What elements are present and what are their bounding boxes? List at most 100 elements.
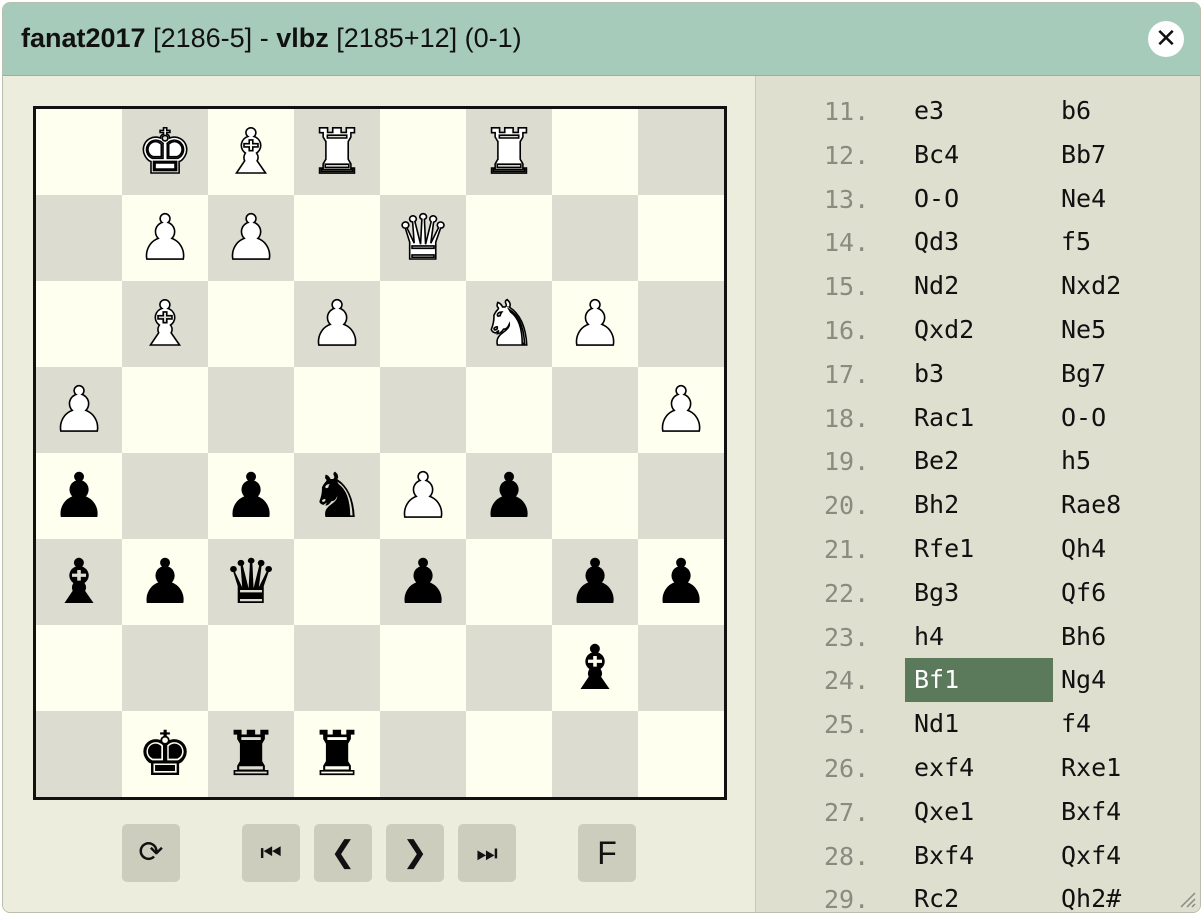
white-move[interactable]: Qxe1	[905, 790, 1053, 834]
chess-piece[interactable]: ♟	[208, 195, 294, 281]
square-c3[interactable]	[208, 281, 294, 367]
first-move-button[interactable]: ⏮	[242, 824, 300, 882]
resize-grip-icon[interactable]	[1178, 890, 1196, 908]
square-a6[interactable]: ♝	[36, 539, 122, 625]
square-a4[interactable]: ♟	[36, 367, 122, 453]
square-g1[interactable]	[552, 109, 638, 195]
white-move[interactable]: O-O	[905, 177, 1053, 221]
square-d1[interactable]: ♜	[294, 109, 380, 195]
black-move[interactable]: Ne4	[1061, 177, 1106, 221]
square-b6[interactable]: ♟	[122, 539, 208, 625]
chess-piece[interactable]: ♚	[122, 109, 208, 195]
close-button[interactable]: ✕	[1148, 21, 1184, 57]
white-move[interactable]: e3	[905, 89, 1053, 133]
square-b3[interactable]: ♝	[122, 281, 208, 367]
square-b2[interactable]: ♟	[122, 195, 208, 281]
square-e2[interactable]: ♛	[380, 195, 466, 281]
square-b1[interactable]: ♚	[122, 109, 208, 195]
white-move[interactable]: Rfe1	[905, 527, 1053, 571]
black-move[interactable]: Qh4	[1061, 527, 1106, 571]
black-move[interactable]: Bxf4	[1061, 790, 1121, 834]
chess-piece[interactable]: ♟	[36, 453, 122, 539]
black-move[interactable]: Qxf4	[1061, 834, 1121, 878]
chess-board[interactable]: ♚ ♝ ♜ ♜ ♟ ♟ ♛ ♝ ♟ ♞ ♟ ♟ ♟ ♟ ♟ ♞ ♟ ♟ ♝ ♟ ♛ ♟ ♟ ♟ ♝ ♚ ♜ ♜	[33, 106, 727, 800]
square-e1[interactable]	[380, 109, 466, 195]
square-a8[interactable]	[36, 711, 122, 797]
chess-piece[interactable]: ♝	[552, 625, 638, 711]
white-move[interactable]: Nd2	[905, 264, 1053, 308]
black-move[interactable]: Ng4	[1061, 658, 1106, 702]
square-h4[interactable]: ♟	[638, 367, 724, 453]
black-move[interactable]: Bh6	[1061, 615, 1106, 659]
chess-piece[interactable]: ♞	[294, 453, 380, 539]
square-h8[interactable]	[638, 711, 724, 797]
white-move[interactable]: h4	[905, 615, 1053, 659]
flip-board-button[interactable]: ⟳	[122, 824, 180, 882]
white-move[interactable]: Qd3	[905, 220, 1053, 264]
square-c1[interactable]: ♝	[208, 109, 294, 195]
white-move[interactable]: Bh2	[905, 483, 1053, 527]
chess-piece[interactable]: ♟	[122, 195, 208, 281]
chess-piece[interactable]: ♟	[466, 453, 552, 539]
chess-piece[interactable]: ♜	[466, 109, 552, 195]
square-h3[interactable]	[638, 281, 724, 367]
square-e5[interactable]: ♟	[380, 453, 466, 539]
white-move[interactable]: Bc4	[905, 133, 1053, 177]
square-h1[interactable]	[638, 109, 724, 195]
square-f5[interactable]: ♟	[466, 453, 552, 539]
white-move[interactable]: b3	[905, 352, 1053, 396]
square-e6[interactable]: ♟	[380, 539, 466, 625]
chess-piece[interactable]: ♟	[36, 367, 122, 453]
square-e7[interactable]	[380, 625, 466, 711]
chess-piece[interactable]: ♟	[208, 453, 294, 539]
square-b4[interactable]	[122, 367, 208, 453]
square-g7[interactable]: ♝	[552, 625, 638, 711]
chess-piece[interactable]: ♜	[294, 711, 380, 797]
chess-piece[interactable]: ♟	[122, 539, 208, 625]
chess-piece[interactable]: ♝	[122, 281, 208, 367]
white-move[interactable]: Nd1	[905, 702, 1053, 746]
square-f2[interactable]	[466, 195, 552, 281]
square-d6[interactable]	[294, 539, 380, 625]
chess-piece[interactable]: ♜	[294, 109, 380, 195]
square-g5[interactable]	[552, 453, 638, 539]
square-f4[interactable]	[466, 367, 552, 453]
chess-piece[interactable]: ♟	[552, 281, 638, 367]
square-a1[interactable]	[36, 109, 122, 195]
square-a7[interactable]	[36, 625, 122, 711]
square-c7[interactable]	[208, 625, 294, 711]
black-move[interactable]: f4	[1061, 702, 1091, 746]
square-d2[interactable]	[294, 195, 380, 281]
white-move[interactable]: Rc2	[905, 877, 1053, 912]
square-h6[interactable]: ♟	[638, 539, 724, 625]
white-move[interactable]: Be2	[905, 439, 1053, 483]
square-e8[interactable]	[380, 711, 466, 797]
square-f7[interactable]	[466, 625, 552, 711]
chess-piece[interactable]: ♟	[638, 539, 724, 625]
black-move[interactable]: Rxe1	[1061, 746, 1121, 790]
chess-piece[interactable]: ♜	[208, 711, 294, 797]
square-c5[interactable]: ♟	[208, 453, 294, 539]
square-h5[interactable]	[638, 453, 724, 539]
square-h2[interactable]	[638, 195, 724, 281]
black-move[interactable]: Qf6	[1061, 571, 1106, 615]
square-b8[interactable]: ♚	[122, 711, 208, 797]
square-f1[interactable]: ♜	[466, 109, 552, 195]
square-a3[interactable]	[36, 281, 122, 367]
white-move[interactable]: Bf1	[905, 658, 1053, 703]
square-f3[interactable]: ♞	[466, 281, 552, 367]
square-g6[interactable]: ♟	[552, 539, 638, 625]
square-a2[interactable]	[36, 195, 122, 281]
square-c4[interactable]	[208, 367, 294, 453]
square-e4[interactable]	[380, 367, 466, 453]
black-move[interactable]: Nxd2	[1061, 264, 1121, 308]
chess-piece[interactable]: ♚	[122, 711, 208, 797]
square-d4[interactable]	[294, 367, 380, 453]
white-move[interactable]: Bg3	[905, 571, 1053, 615]
square-g4[interactable]	[552, 367, 638, 453]
square-h7[interactable]	[638, 625, 724, 711]
chess-piece[interactable]: ♛	[208, 539, 294, 625]
square-d7[interactable]	[294, 625, 380, 711]
move-list[interactable]: 11. e3 b6 12. Bc4 Bb7 13. O-O Ne4 14. Qd3 f5 15. Nd2 N…	[756, 76, 1200, 912]
square-g8[interactable]	[552, 711, 638, 797]
